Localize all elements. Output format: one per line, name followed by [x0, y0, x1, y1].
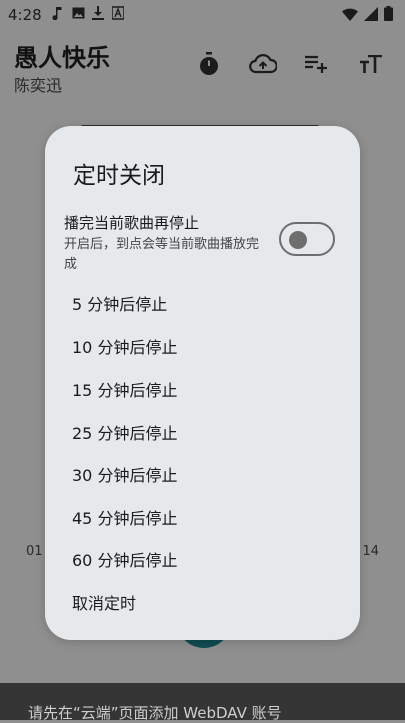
finish-song-toggle[interactable] [279, 222, 335, 256]
music-note-icon [52, 6, 64, 21]
finish-song-description: 开启后，到点会等当前歌曲播放完成 [64, 237, 260, 272]
elapsed-time: 01 [26, 544, 43, 559]
wifi-icon [342, 7, 358, 25]
toggle-knob [289, 231, 307, 249]
option-10-min[interactable]: 10 分钟后停止 [45, 326, 360, 366]
text-size-button[interactable] [357, 50, 385, 78]
signal-icon [364, 6, 378, 25]
app-screen: 4:28 愚人快乐 陈奕迅 01 14 请先在“云端”页面添加 WebDAV 账… [0, 0, 405, 722]
option-label: 45 分钟后停止 [72, 509, 178, 528]
dialog-title: 定时关闭 [73, 163, 165, 189]
cloud-upload-button[interactable] [249, 50, 277, 78]
option-label: 60 分钟后停止 [72, 551, 178, 570]
timer-icon [200, 52, 218, 75]
option-label: 取消定时 [72, 594, 137, 613]
playlist-add-icon [305, 55, 327, 73]
option-label: 15 分钟后停止 [72, 381, 178, 400]
total-time: 14 [362, 544, 379, 559]
download-icon [92, 6, 104, 20]
timer-button[interactable] [195, 50, 223, 78]
sleep-timer-dialog: 定时关闭 播完当前歌曲再停止 开启后，到点会等当前歌曲播放完成 5 分钟后停止 … [45, 126, 360, 640]
artist-name: 陈奕迅 [14, 76, 63, 95]
option-60-min[interactable]: 60 分钟后停止 [45, 539, 360, 579]
option-25-min[interactable]: 25 分钟后停止 [45, 412, 360, 452]
option-label: 25 分钟后停止 [72, 424, 178, 443]
header-actions [195, 50, 385, 78]
text-size-icon [360, 55, 382, 73]
option-cancel-timer[interactable]: 取消定时 [45, 582, 360, 622]
option-15-min[interactable]: 15 分钟后停止 [45, 369, 360, 409]
system-icons [342, 6, 393, 25]
notification-icons [52, 6, 125, 21]
option-label: 10 分钟后停止 [72, 338, 178, 357]
option-label: 30 分钟后停止 [72, 466, 178, 485]
playlist-add-button[interactable] [303, 50, 331, 78]
bottom-message-bar: 请先在“云端”页面添加 WebDAV 账号 [0, 683, 405, 722]
status-time: 4:28 [8, 6, 42, 24]
option-45-min[interactable]: 45 分钟后停止 [45, 497, 360, 537]
battery-icon [384, 6, 393, 25]
option-5-min[interactable]: 5 分钟后停止 [45, 283, 360, 323]
option-label: 5 分钟后停止 [72, 295, 168, 314]
status-bar: 4:28 [0, 0, 405, 30]
option-30-min[interactable]: 30 分钟后停止 [45, 454, 360, 494]
finish-song-label: 播完当前歌曲再停止 [64, 214, 200, 232]
image-icon [72, 6, 85, 20]
song-title: 愚人快乐 [14, 44, 110, 72]
cloud-upload-icon [249, 54, 277, 74]
app-a-icon [111, 6, 125, 20]
